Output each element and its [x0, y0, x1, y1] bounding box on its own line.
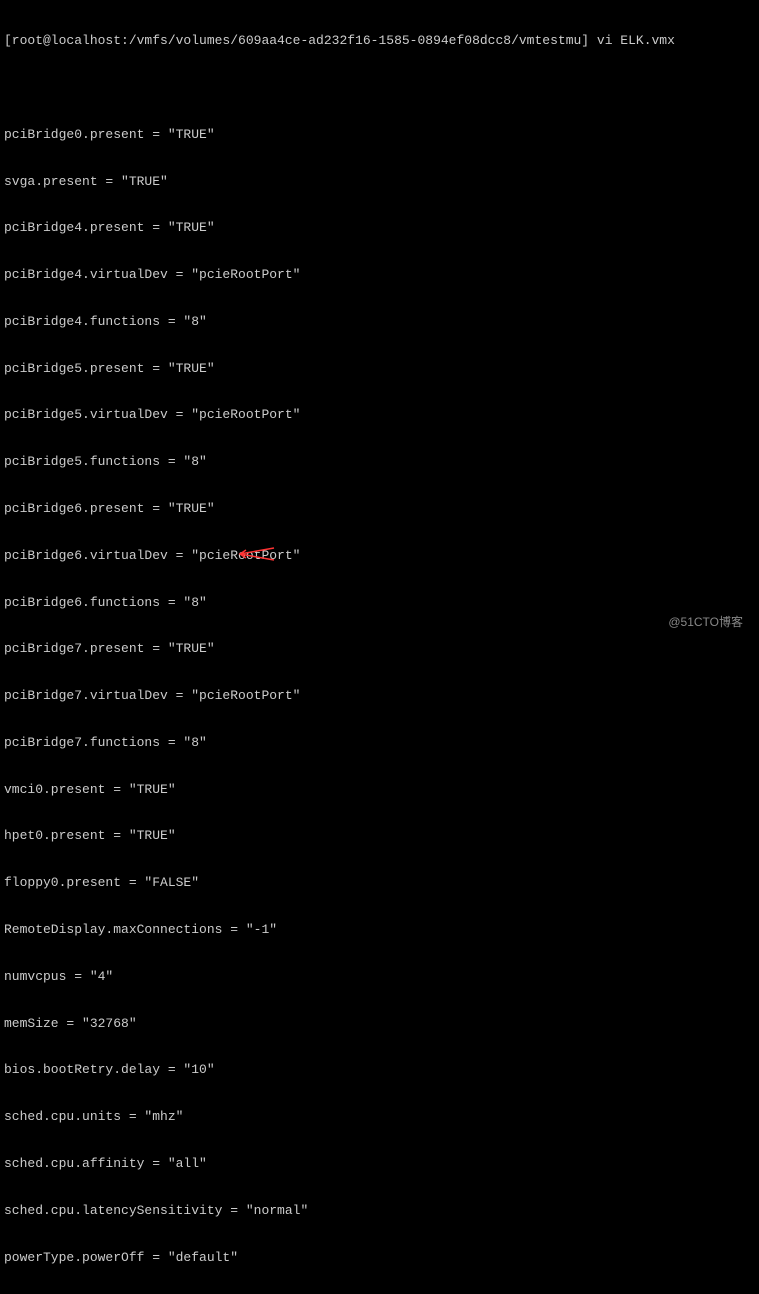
config-line: pciBridge7.virtualDev = "pcieRootPort"	[4, 688, 755, 704]
config-line: floppy0.present = "FALSE"	[4, 875, 755, 891]
config-line: RemoteDisplay.maxConnections = "-1"	[4, 922, 755, 938]
watermark-text: @51CTO博客	[668, 615, 743, 629]
config-line: pciBridge6.present = "TRUE"	[4, 501, 755, 517]
config-line: pciBridge0.present = "TRUE"	[4, 127, 755, 143]
config-line: powerType.powerOff = "default"	[4, 1250, 755, 1266]
command-prompt: [root@localhost:/vmfs/volumes/609aa4ce-a…	[4, 33, 755, 49]
config-line: pciBridge4.virtualDev = "pcieRootPort"	[4, 267, 755, 283]
config-line: sched.cpu.units = "mhz"	[4, 1109, 755, 1125]
config-line: pciBridge5.virtualDev = "pcieRootPort"	[4, 407, 755, 423]
config-line: svga.present = "TRUE"	[4, 174, 755, 190]
config-line: pciBridge5.functions = "8"	[4, 454, 755, 470]
config-line: pciBridge4.present = "TRUE"	[4, 220, 755, 236]
config-line: pciBridge6.functions = "8"	[4, 595, 755, 611]
blank-line	[4, 80, 755, 96]
config-line: sched.cpu.latencySensitivity = "normal"	[4, 1203, 755, 1219]
config-line: hpet0.present = "TRUE"	[4, 828, 755, 844]
config-line: pciBridge6.virtualDev = "pcieRootPort"	[4, 548, 755, 564]
config-line: memSize = "32768"	[4, 1016, 755, 1032]
config-line: pciBridge4.functions = "8"	[4, 314, 755, 330]
config-line: pciBridge5.present = "TRUE"	[4, 361, 755, 377]
config-line: sched.cpu.affinity = "all"	[4, 1156, 755, 1172]
config-line: vmci0.present = "TRUE"	[4, 782, 755, 798]
config-line: numvcpus = "4"	[4, 969, 755, 985]
terminal-output[interactable]: [root@localhost:/vmfs/volumes/609aa4ce-a…	[0, 0, 759, 1294]
config-line: pciBridge7.functions = "8"	[4, 735, 755, 751]
bottom-edge	[0, 633, 759, 647]
config-line: bios.bootRetry.delay = "10"	[4, 1062, 755, 1078]
